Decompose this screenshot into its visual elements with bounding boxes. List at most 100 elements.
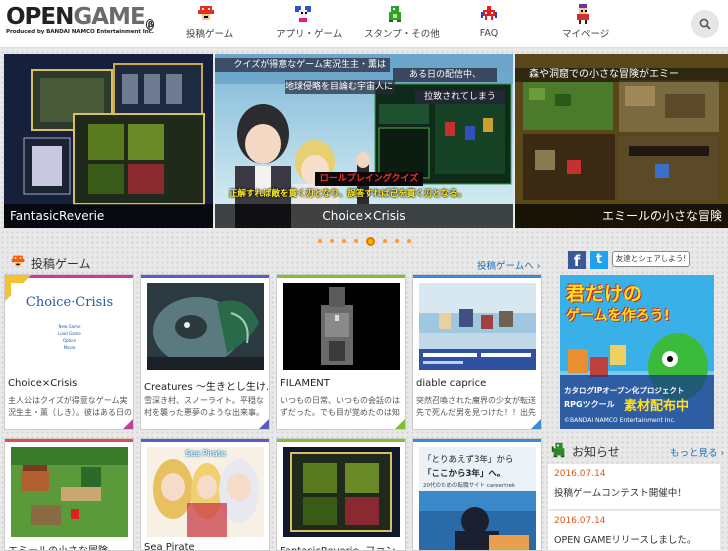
- thumb-menu-item: New Game: [58, 324, 81, 329]
- game-card-emil[interactable]: エミールの小さな冒険: [4, 438, 134, 551]
- nav-stamps-other[interactable]: スタンプ・その他: [364, 4, 440, 44]
- twitter-share-button[interactable]: t: [590, 251, 608, 269]
- card-thumb-creatures: [147, 283, 264, 370]
- carousel-dot-active[interactable]: [365, 236, 375, 246]
- carousel-slide-emil[interactable]: 森や洞窟での小さな冒険がエミー エミールの小さな冒険: [515, 54, 728, 228]
- pixel-dragon-section-icon: [550, 441, 568, 459]
- search-button[interactable]: [691, 10, 719, 38]
- carousel-dot[interactable]: [317, 239, 322, 243]
- card-description: いつもの日常、いつもの会話のはずだった。でも目が覚めたのは知らな: [280, 396, 400, 417]
- ad-headline-1: 君だけの: [566, 283, 643, 305]
- nav-apps-games[interactable]: アプリ・ゲーム: [276, 4, 342, 44]
- card-corner-marker: [259, 419, 269, 429]
- posted-games-more-link[interactable]: 投稿ゲームへ ›: [477, 258, 541, 272]
- carousel-dot[interactable]: [394, 239, 399, 243]
- card-title: FantasicReverie -ファン…: [280, 542, 404, 550]
- carousel-slide-choice-crisis[interactable]: クイズが得意なゲーム実況生主・薫は 地球侵略を目論む宇宙人に ある日の配信中、 …: [215, 54, 513, 228]
- nav-faq-label: FAQ: [479, 28, 499, 39]
- card-description: 突然召喚された魔界の少女が転送先で死んだ男を見つけた！！出先で死: [416, 396, 536, 417]
- banner-text-emil: 森や洞窟での小さな冒険がエミー: [515, 68, 728, 82]
- facebook-share-button[interactable]: f: [568, 251, 586, 270]
- card-thumb-emil: [11, 447, 128, 537]
- carousel-pagination[interactable]: [0, 234, 728, 246]
- thumb-title-part2: Crisis: [75, 295, 114, 310]
- logo-open-text: OPEN: [6, 4, 74, 30]
- pixel-mushroom-icon: [196, 4, 216, 24]
- game-card-creatures[interactable]: Creatures ～生きとし生け… 雪深き村、スノーライト。平穏な村を襲った悪…: [140, 274, 270, 430]
- ad-line-3: 20代のための転職サイト careertrek: [423, 483, 516, 489]
- game-card-choice-crisis[interactable]: Choice·Crisis New Game Load Game Option …: [4, 274, 134, 430]
- fantasic-screenshot: [4, 54, 213, 228]
- ad-card-careertrek[interactable]: 「とりあえず3年」から 「ここから3年」へ。 20代のための転職サイト care…: [412, 438, 542, 551]
- news-date: 2016.07.14: [554, 469, 606, 479]
- game-card-sea-pirate[interactable]: Sea Pirate Sea Pirate: [140, 438, 270, 551]
- banner-text-1: クイズが得意なゲーム実況生主・薫は: [215, 58, 390, 72]
- mushroom-section-icon: [10, 254, 26, 270]
- card-thumb-diable-caprice: [419, 283, 536, 370]
- news-item[interactable]: 2016.07.14 投稿ゲームコンテスト開催中！: [548, 464, 720, 510]
- carousel-dot[interactable]: [329, 239, 334, 243]
- carousel-dot[interactable]: [353, 239, 358, 243]
- ad-headline-2: ゲームを作ろう!: [566, 308, 670, 324]
- ad-line-2: 「ここから3年」へ。: [423, 469, 506, 479]
- news-text: OPEN GAMEリリースしました。: [554, 535, 697, 546]
- card-thumb-filament: [283, 283, 400, 370]
- carousel-dot[interactable]: [341, 239, 346, 243]
- logo-game-text: GAME: [73, 4, 145, 30]
- card-title: Creatures ～生きとし生け…: [144, 382, 268, 393]
- card-corner-marker: [531, 419, 541, 429]
- ad-line-1: 「とりあえず3年」から: [423, 455, 514, 465]
- thumb-title-sea-pirate: Sea Pirate: [185, 449, 226, 458]
- twitter-icon: t: [595, 252, 603, 267]
- carousel-dot[interactable]: [406, 239, 411, 243]
- thumb-menu: New Game Load Game Option Movie: [11, 323, 128, 351]
- site-logo[interactable]: OPENGAME β Produced by BANDAI NAMCO Enter…: [6, 5, 156, 41]
- carousel-slide-fantasic[interactable]: FantasicReverie: [4, 54, 213, 228]
- nav-stamps-other-label: スタンプ・その他: [364, 29, 440, 40]
- pixel-invader-icon: [479, 4, 499, 24]
- facebook-icon: f: [573, 252, 581, 270]
- news-item[interactable]: 2016.07.14 OPEN GAMEリリースしました。: [548, 511, 720, 551]
- news-panel: お知らせ もっと見る › 2016.07.14 投稿ゲームコンテスト開催中！ 2…: [548, 440, 724, 551]
- hero-carousel[interactable]: FantasicReverie クイズが得意なゲーム実況生主・薫は 地球侵略を目…: [0, 54, 728, 228]
- banner-text-3: ある日の配信中、: [393, 68, 497, 82]
- ad-distribution-label: 素材配布中: [624, 399, 690, 414]
- section-title-posted: 投稿ゲーム: [31, 257, 91, 271]
- card-title: Sea Pirate: [144, 542, 195, 551]
- card-title: FILAMENT: [280, 378, 330, 389]
- nav-mypage-label: マイページ: [562, 29, 610, 40]
- thumb-menu-item: Movie: [63, 345, 76, 350]
- ad-careertrek: 「とりあえず3年」から 「ここから3年」へ。 20代のための転職サイト care…: [419, 447, 536, 550]
- nav-posted-games[interactable]: 投稿ゲーム: [186, 4, 233, 44]
- card-thumb-fantasic: [283, 447, 400, 537]
- card-thumb-sea-pirate: Sea Pirate: [147, 447, 264, 537]
- sidebar-ad-rpg-maker[interactable]: 君だけの ゲームを作ろう! カタログIPオープン化プロジェクト RPGツクール …: [560, 275, 714, 429]
- card-corner-marker: [395, 419, 405, 429]
- carousel-caption-emil: エミールの小さな冒険: [515, 204, 728, 228]
- nav-mypage[interactable]: マイページ: [562, 4, 609, 44]
- news-title: お知らせ: [572, 445, 620, 459]
- nav-posted-games-label: 投稿ゲーム: [186, 29, 234, 40]
- nav-apps-games-label: アプリ・ゲーム: [276, 29, 343, 40]
- game-card-filament[interactable]: FILAMENT いつもの日常、いつもの会話のはずだった。でも目が覚めたのは知ら…: [276, 274, 406, 430]
- search-icon: [699, 18, 711, 30]
- card-title: エミールの小さな冒険: [8, 542, 132, 550]
- share-prompt-bubble: 友達とシェアしよう!: [612, 251, 690, 267]
- card-description: 雪深き村、スノーライト。平穏な村を襲った悪夢のような出来事。伝説: [144, 396, 264, 417]
- card-title: Choice×Crisis: [8, 378, 78, 389]
- thumb-title-choice-crisis: Choice·Crisis: [25, 295, 114, 310]
- game-card-diable-caprice[interactable]: diable caprice 突然召喚された魔界の少女が転送先で死んだ男を見つけ…: [412, 274, 542, 430]
- news-text: 投稿ゲームコンテスト開催中！: [554, 488, 687, 499]
- pixel-character-icon: [573, 4, 593, 24]
- card-title: diable caprice: [416, 378, 487, 389]
- ad-copyright: ©BANDAI NAMCO Entertainment Inc.: [564, 417, 676, 424]
- nav-faq[interactable]: FAQ: [478, 4, 500, 44]
- game-card-fantasic[interactable]: FantasicReverie -ファン…: [276, 438, 406, 551]
- carousel-caption-choice-crisis: Choice×Crisis: [215, 204, 513, 228]
- carousel-caption-fantasic: FantasicReverie: [4, 204, 213, 228]
- logo-subtitle: Produced by BANDAI NAMCO Entertainment I…: [6, 29, 154, 35]
- news-more-link[interactable]: もっと見る ›: [670, 445, 724, 459]
- carousel-dot[interactable]: [382, 239, 387, 243]
- banner-text-2: 地球侵略を目論む宇宙人に: [285, 80, 395, 94]
- pixel-mouse-icon: [293, 4, 313, 24]
